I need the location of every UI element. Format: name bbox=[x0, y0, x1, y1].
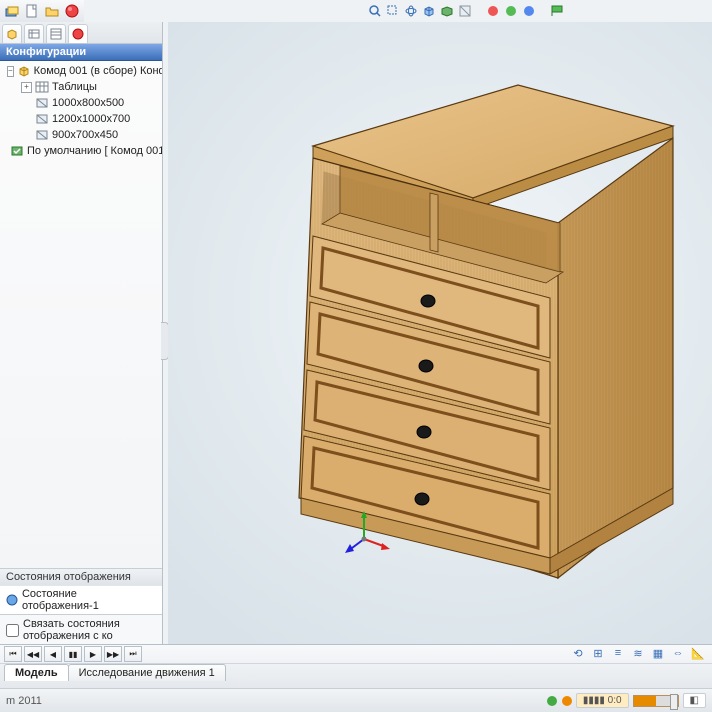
zoom-fit-icon[interactable] bbox=[367, 3, 383, 19]
sphere-icon bbox=[6, 594, 18, 606]
grid-icon[interactable]: ▦ bbox=[650, 645, 666, 661]
tree-toggle[interactable]: + bbox=[21, 82, 32, 93]
tree-item-label: Комод 001 (в сборе) Конфигура bbox=[34, 65, 162, 77]
orbit-icon[interactable] bbox=[403, 3, 419, 19]
tree-item-label: 1000x800x500 bbox=[52, 97, 124, 109]
views-icon[interactable] bbox=[421, 3, 437, 19]
list-icon[interactable]: ≡ bbox=[610, 645, 626, 661]
view-tools: ⟲⊞≡≋▦⇔📐 bbox=[570, 643, 706, 663]
viewport-toolbar bbox=[0, 0, 712, 22]
new-doc-icon[interactable] bbox=[24, 3, 40, 19]
assembly-icon bbox=[17, 64, 31, 78]
status-led-2 bbox=[562, 696, 572, 706]
vcr-button-5[interactable]: ▶▶ bbox=[104, 646, 122, 662]
status-orient-pill[interactable]: ◧ bbox=[683, 693, 706, 708]
panel-tab-strip bbox=[0, 22, 162, 44]
status-transparency-slider[interactable] bbox=[633, 695, 679, 707]
doc-tab[interactable]: Исследование движения 1 bbox=[68, 664, 226, 681]
status-left: m 2011 bbox=[6, 695, 42, 707]
tree-item[interactable]: − Комод 001 (в сборе) Конфигура bbox=[2, 63, 162, 79]
configuration-tree[interactable]: − Комод 001 (в сборе) Конфигура+ Таблицы 10… bbox=[0, 61, 162, 568]
config-icon bbox=[35, 112, 49, 126]
panel-tab-config[interactable] bbox=[68, 24, 88, 43]
panel-tab-tree[interactable] bbox=[24, 24, 44, 43]
config-icon bbox=[35, 96, 49, 110]
status-led-1 bbox=[547, 696, 557, 706]
tree-item[interactable]: По умолчанию [ Комод 001 ] bbox=[2, 143, 162, 159]
config-icon bbox=[35, 128, 49, 142]
appearance-red-icon[interactable] bbox=[485, 3, 501, 19]
zoom-area-icon[interactable] bbox=[385, 3, 401, 19]
align-icon[interactable]: ≋ bbox=[630, 645, 646, 661]
tree-item-label: 1200x1000x700 bbox=[52, 113, 130, 125]
orientation-triad[interactable] bbox=[344, 507, 392, 555]
doc-tab[interactable]: Модель bbox=[4, 664, 69, 681]
tree-item[interactable]: 900x700x450 bbox=[2, 127, 162, 143]
rewind-icon[interactable]: ⟲ bbox=[570, 645, 586, 661]
tree-item-label: Таблицы bbox=[52, 81, 97, 93]
tree-item[interactable]: + Таблицы bbox=[2, 79, 162, 95]
panel-tab-cube[interactable] bbox=[2, 24, 22, 43]
tree-item-label: По умолчанию [ Комод 001 ] bbox=[27, 145, 162, 157]
status-bar: m 2011 ▮▮▮▮ 0:0 ◧ bbox=[0, 688, 712, 712]
display-state-label: Состояние отображения-1 bbox=[22, 588, 156, 612]
document-bar: ⏮◀◀◀▮▮▶▶▶⏭ МодельИсследование движения 1… bbox=[0, 644, 712, 689]
vcr-button-3[interactable]: ▮▮ bbox=[64, 646, 82, 662]
display-states-header: Состояния отображения bbox=[0, 568, 162, 585]
vcr-button-2[interactable]: ◀ bbox=[44, 646, 62, 662]
status-perf-pill[interactable]: ▮▮▮▮ 0:0 bbox=[576, 693, 629, 708]
link-states-label: Связать состояния отображения с ко bbox=[23, 618, 156, 642]
vcr-button-4[interactable]: ▶ bbox=[84, 646, 102, 662]
display-mode-icon[interactable] bbox=[439, 3, 455, 19]
panel-toolbar bbox=[0, 0, 84, 23]
section-icon[interactable] bbox=[457, 3, 473, 19]
feature-manager-panel: Конфигурации − Комод 001 (в сборе) Конфиг… bbox=[0, 22, 163, 645]
appearance-blue-icon[interactable] bbox=[521, 3, 537, 19]
table-icon bbox=[35, 80, 49, 94]
display-state-item[interactable]: Состояние отображения-1 bbox=[0, 585, 162, 614]
tree-toggle[interactable]: − bbox=[7, 66, 14, 77]
panel-tab-props[interactable] bbox=[46, 24, 66, 43]
globe-icon[interactable] bbox=[64, 3, 80, 19]
config-active-icon bbox=[10, 144, 24, 158]
document-tabs: МодельИсследование движения 1 bbox=[0, 664, 712, 681]
model-dresser[interactable] bbox=[278, 58, 693, 598]
3d-viewport[interactable] bbox=[168, 22, 712, 645]
tree-item[interactable]: 1200x1000x700 bbox=[2, 111, 162, 127]
vcr-button-1[interactable]: ◀◀ bbox=[24, 646, 42, 662]
dim-icon[interactable]: ⇔ bbox=[670, 645, 686, 661]
link-states-checkbox[interactable] bbox=[6, 624, 19, 637]
vcr-button-0[interactable]: ⏮ bbox=[4, 646, 22, 662]
settings-flag-icon[interactable] bbox=[549, 3, 565, 19]
panel-header: Конфигурации bbox=[0, 44, 162, 61]
tree-item-label: 900x700x450 bbox=[52, 129, 118, 141]
vcr-button-6[interactable]: ⏭ bbox=[124, 646, 142, 662]
tree-item[interactable]: 1000x800x500 bbox=[2, 95, 162, 111]
snap-icon[interactable]: ⊞ bbox=[590, 645, 606, 661]
link-states-checkbox-row[interactable]: Связать состояния отображения с ко bbox=[0, 614, 162, 645]
appearance-green-icon[interactable] bbox=[503, 3, 519, 19]
folder-icon[interactable] bbox=[44, 3, 60, 19]
ruler-icon[interactable]: 📐 bbox=[690, 645, 706, 661]
layers-icon[interactable] bbox=[4, 3, 20, 19]
